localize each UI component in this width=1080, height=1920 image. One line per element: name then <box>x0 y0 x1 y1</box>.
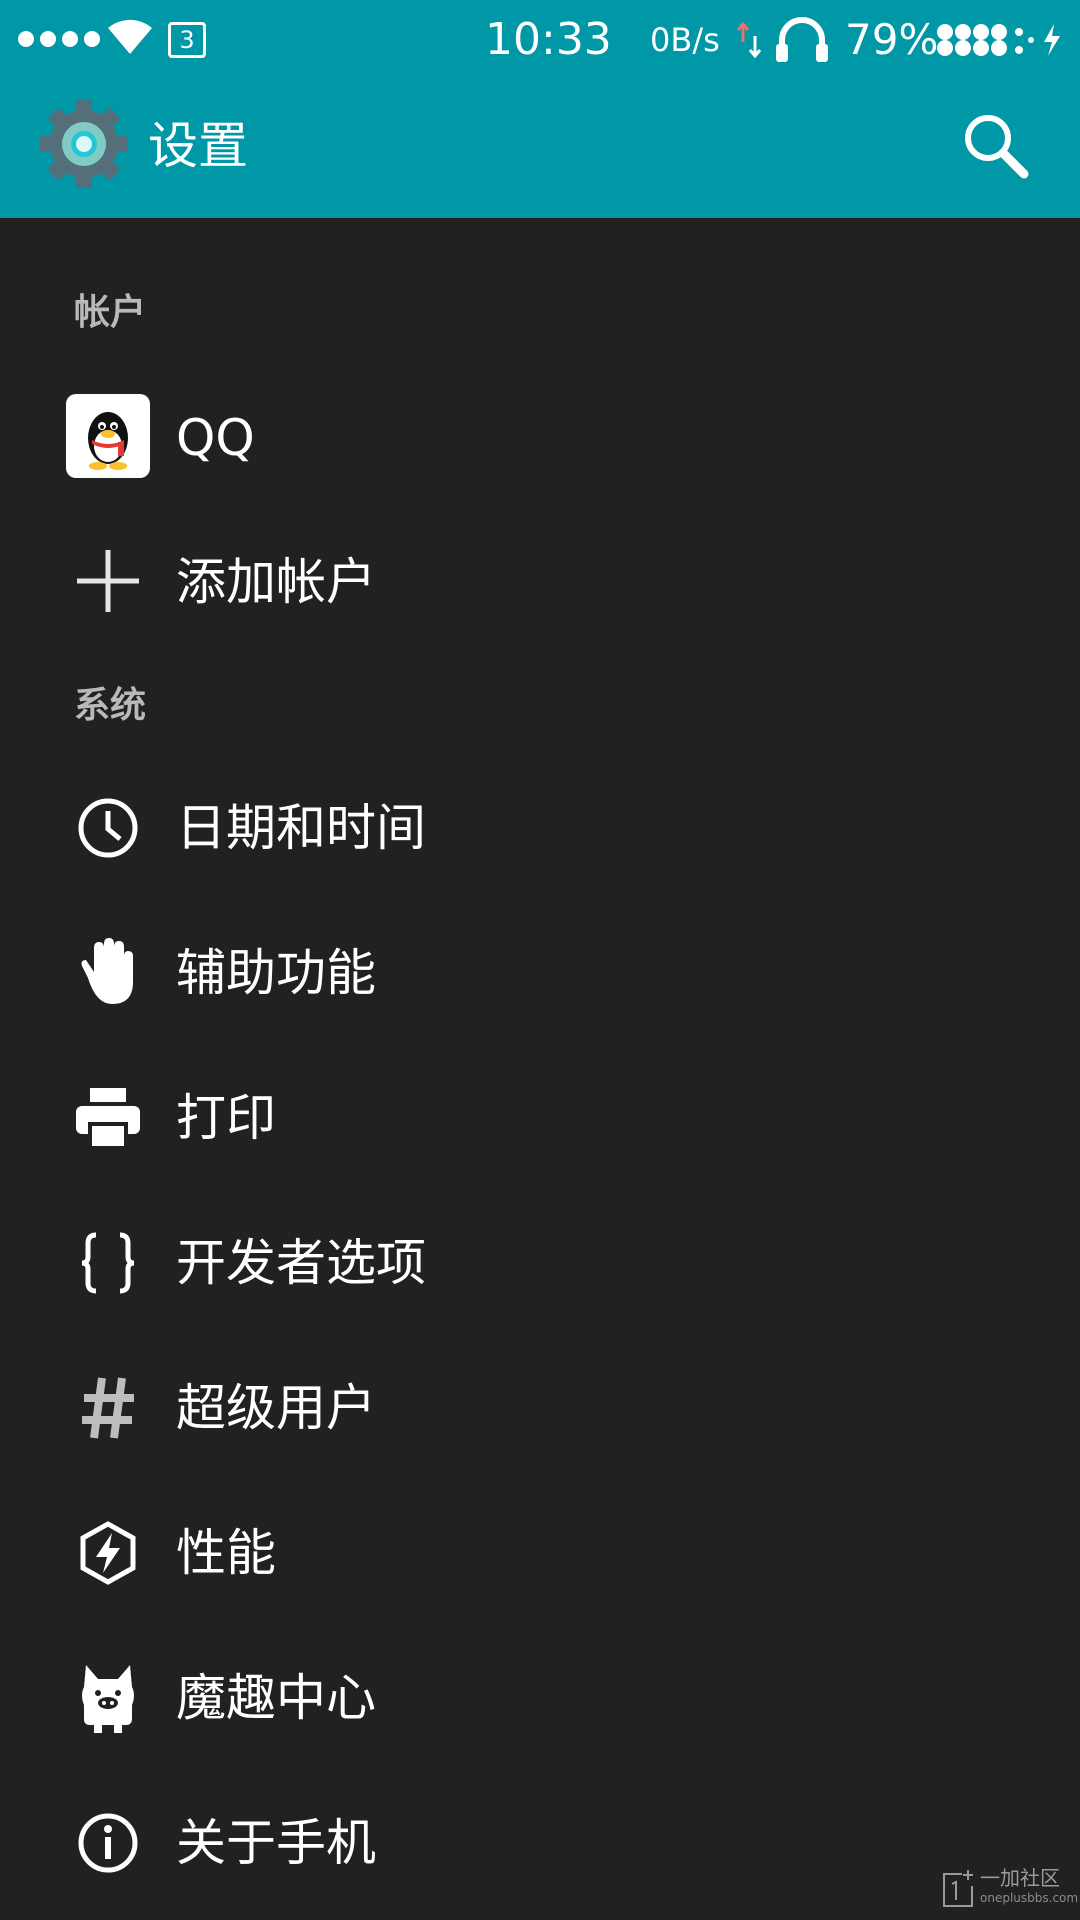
oneplus-logo-icon <box>943 1870 973 1907</box>
list-item-developer-options[interactable]: 开发者选项 <box>0 1198 1080 1328</box>
qq-penguin-icon <box>66 394 150 478</box>
wifi-icon <box>108 19 152 54</box>
page-title: 设置 <box>148 117 248 175</box>
printer-icon <box>66 1076 150 1160</box>
list-item-about-phone[interactable]: 关于手机 <box>0 1778 1080 1908</box>
app-bar: 设置 <box>0 80 1080 218</box>
list-item-mokee-center[interactable]: 魔趣中心 <box>0 1633 1080 1763</box>
watermark-text: 一加社区 <box>980 1866 1060 1890</box>
list-item-qq[interactable]: QQ <box>0 373 1080 503</box>
charging-icon <box>1044 24 1060 56</box>
clock-icon <box>66 786 150 870</box>
list-item-print[interactable]: 打印 <box>0 1053 1080 1183</box>
sim-slot-badge: 3 <box>168 22 206 58</box>
list-item-label: QQ <box>176 409 255 467</box>
hand-icon <box>66 931 150 1015</box>
list-item-performance[interactable]: 性能 <box>0 1488 1080 1618</box>
settings-gear-icon <box>40 100 128 188</box>
list-item-label: 性能 <box>176 1524 276 1582</box>
watermark: 一加社区 oneplusbbs.com <box>940 1866 1078 1912</box>
list-item-label: 添加帐户 <box>176 553 376 611</box>
status-bar: 3 10:33 0B/s 79% <box>0 0 1080 80</box>
list-item-accessibility[interactable]: 辅助功能 <box>0 908 1080 1038</box>
list-item-label: 打印 <box>176 1089 276 1147</box>
lightning-icon <box>66 1511 150 1595</box>
status-time: 10:33 <box>485 14 612 65</box>
search-icon[interactable] <box>960 110 1030 180</box>
data-arrows-icon <box>736 22 762 58</box>
info-icon <box>66 1801 150 1885</box>
section-header-accounts: 帐户 <box>74 292 147 333</box>
hash-icon <box>66 1366 150 1450</box>
list-item-label: 魔趣中心 <box>176 1669 376 1727</box>
headphone-icon <box>776 17 828 62</box>
pig-mascot-icon <box>66 1656 150 1740</box>
list-item-label: 开发者选项 <box>176 1234 426 1292</box>
list-item-superuser[interactable]: 超级用户 <box>0 1343 1080 1473</box>
section-header-system: 系统 <box>74 685 147 726</box>
list-item-label: 辅助功能 <box>176 944 376 1002</box>
list-item-label: 超级用户 <box>176 1379 376 1437</box>
watermark-subtext: oneplusbbs.com <box>980 1891 1079 1905</box>
battery-dots-icon <box>937 24 1034 56</box>
list-item-date-time[interactable]: 日期和时间 <box>0 763 1080 893</box>
signal-dots-icon <box>18 31 100 47</box>
plus-icon <box>66 539 150 623</box>
braces-icon <box>66 1221 150 1305</box>
list-item-add-account[interactable]: 添加帐户 <box>0 516 1080 646</box>
battery-percent: 79% <box>845 15 939 64</box>
list-item-label: 关于手机 <box>176 1814 376 1872</box>
network-speed: 0B/s <box>650 21 720 59</box>
list-item-label: 日期和时间 <box>176 799 426 857</box>
